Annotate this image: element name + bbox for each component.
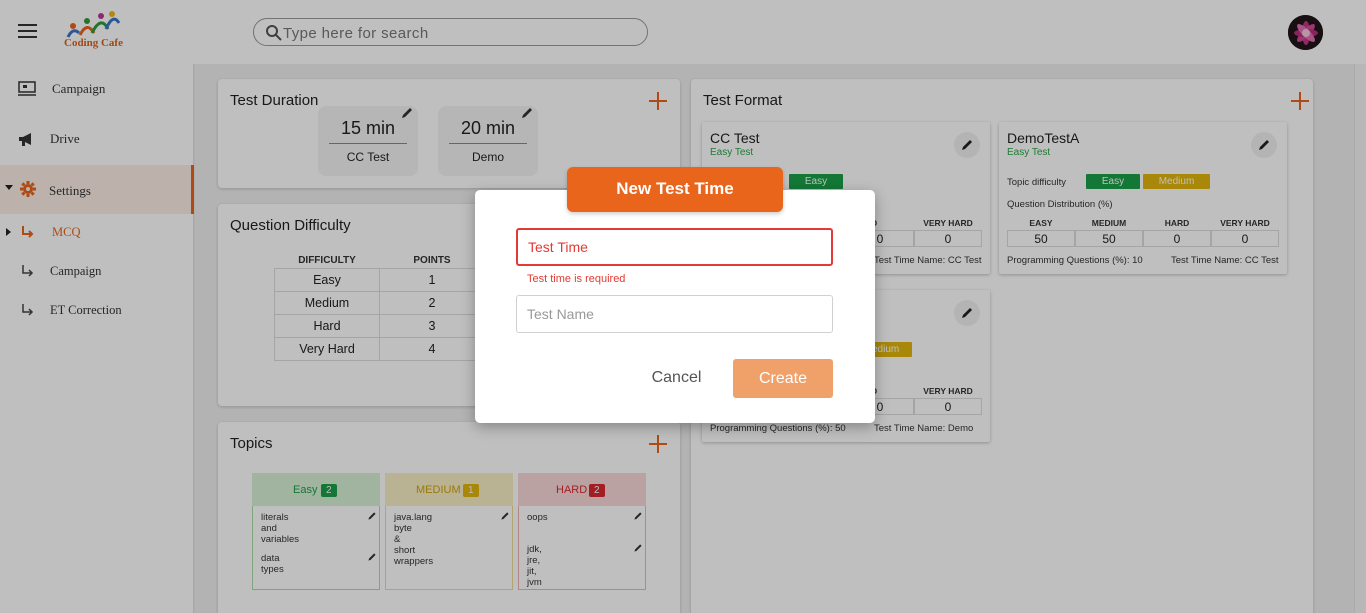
test-time-field[interactable] [516, 228, 833, 266]
test-time-error: Test time is required [527, 273, 626, 285]
create-button[interactable]: Create [733, 359, 833, 398]
new-test-time-dialog: Test time is required Cancel Create [475, 190, 875, 423]
test-name-field[interactable] [516, 295, 833, 333]
dialog-title: New Test Time [567, 167, 783, 212]
test-name-input[interactable] [517, 296, 832, 332]
cancel-button[interactable]: Cancel [645, 359, 708, 397]
test-time-input[interactable] [518, 230, 831, 264]
